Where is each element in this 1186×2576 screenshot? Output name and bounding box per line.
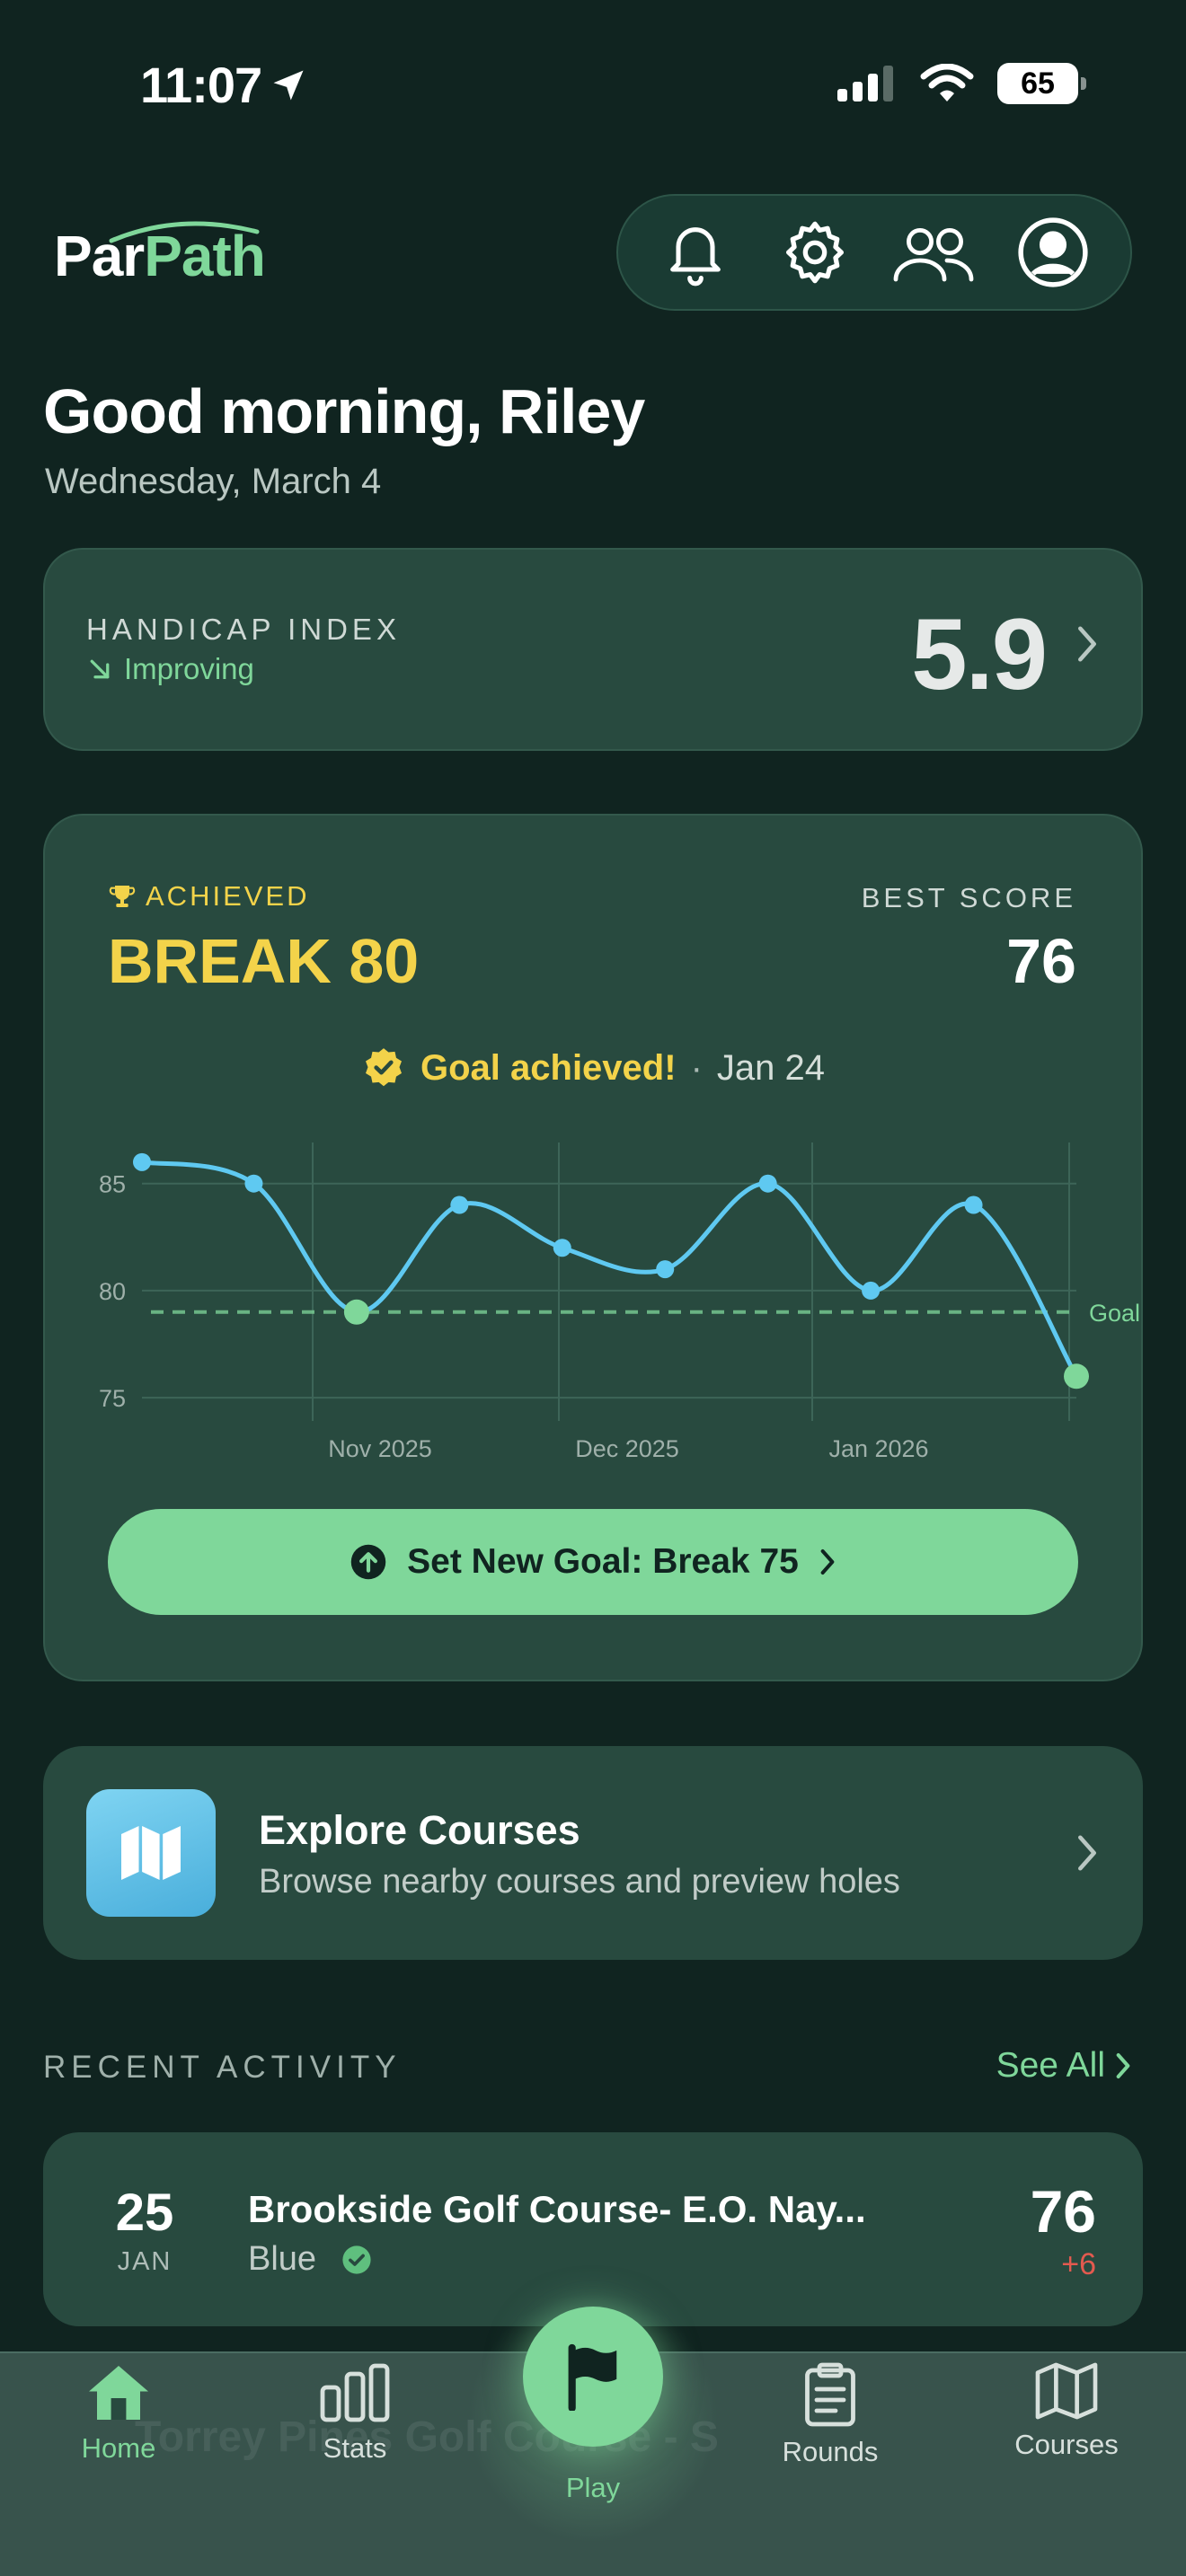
round-score: 76	[1030, 2178, 1096, 2245]
best-score-value: 76	[1006, 926, 1076, 996]
see-all-link[interactable]: See All	[996, 2046, 1132, 2086]
status-indicators: 65	[837, 63, 1086, 104]
gear-icon	[785, 221, 844, 284]
arrow-up-circle-icon	[350, 1544, 386, 1580]
score-point	[553, 1239, 571, 1257]
round-tee: Blue	[248, 2240, 372, 2279]
score-point	[656, 1260, 675, 1279]
y-tick-label: 80	[99, 1278, 126, 1305]
score-point	[964, 1195, 983, 1214]
y-tick-label: 85	[99, 1171, 126, 1198]
settings-button[interactable]	[772, 209, 858, 296]
flag-icon	[568, 2343, 617, 2411]
location-arrow-icon	[273, 70, 304, 100]
round-day: 25	[115, 2183, 174, 2242]
battery-indicator: 65	[997, 63, 1086, 104]
goal-line-label: Goal	[1089, 1300, 1140, 1327]
greeting-title: Good morning, Riley	[43, 376, 645, 446]
score-point	[133, 1152, 151, 1171]
handicap-value: 5.9	[911, 598, 1048, 710]
home-icon	[89, 2366, 148, 2420]
profile-icon	[1018, 217, 1088, 287]
tab-courses[interactable]: Courses	[977, 2362, 1156, 2461]
play-label: Play	[565, 2472, 621, 2503]
goal-met-point	[343, 1299, 369, 1325]
notifications-button[interactable]	[652, 209, 739, 296]
score-series-line	[139, 1160, 1079, 1379]
play-button[interactable]	[523, 2307, 663, 2447]
round-month: JAN	[117, 2247, 173, 2276]
trophy-icon	[109, 886, 136, 907]
check-circle-icon	[342, 2245, 371, 2274]
score-point	[244, 1174, 263, 1193]
friends-button[interactable]	[890, 209, 977, 296]
x-tick-label: Jan 2026	[828, 1435, 928, 1462]
logo-swoosh-icon	[109, 221, 260, 243]
goal-status: ACHIEVED	[108, 880, 309, 913]
status-time: 11:07	[140, 56, 308, 114]
x-tick-label: Dec 2025	[575, 1435, 679, 1462]
clipboard-icon	[805, 2362, 855, 2427]
handicap-trend: Improving	[86, 652, 254, 686]
goal-met-point	[1064, 1363, 1089, 1389]
map-icon	[121, 1826, 181, 1880]
chevron-right-icon	[820, 1549, 835, 1575]
chevron-right-icon	[1116, 2053, 1130, 2078]
app-logo: ParPath	[54, 221, 266, 289]
greeting-date: Wednesday, March 4	[45, 462, 382, 501]
score-point	[758, 1174, 777, 1193]
handicap-label: HANDICAP INDEX	[86, 613, 401, 646]
explore-map-tile	[86, 1789, 216, 1917]
map-icon	[1035, 2362, 1098, 2420]
set-new-goal-button[interactable]: Set New Goal: Break 75	[108, 1509, 1078, 1615]
bell-icon	[670, 227, 721, 287]
header-actions	[616, 194, 1132, 311]
recent-activity-heading: RECENT ACTIVITY	[43, 2050, 402, 2085]
score-point	[450, 1195, 469, 1214]
tab-rounds[interactable]: Rounds	[740, 2362, 920, 2468]
explore-title: Explore Courses	[259, 1807, 580, 1853]
chevron-right-icon	[1078, 1835, 1096, 1871]
signal-icon	[837, 66, 893, 101]
score-trend-chart: 85 80 75 Nov 2025 Dec 2025 Jan 2026 Goal	[99, 1142, 1140, 1462]
best-score-label: BEST SCORE	[861, 882, 1076, 913]
tab-home[interactable]: Home	[29, 2362, 208, 2465]
profile-button[interactable]	[1010, 209, 1096, 296]
round-score-diff: +6	[1061, 2247, 1096, 2281]
bar-chart-icon	[320, 2363, 390, 2422]
goal-title: BREAK 80	[108, 926, 420, 996]
round-course-name: Brookside Golf Course- E.O. Nay...	[248, 2188, 866, 2230]
chevron-right-icon	[1078, 626, 1096, 662]
y-tick-label: 75	[99, 1385, 126, 1412]
goal-achieved-row: Goal achieved! · Jan 24	[0, 1045, 1186, 1090]
x-tick-label: Nov 2025	[328, 1435, 432, 1462]
tab-stats[interactable]: Stats	[265, 2362, 445, 2465]
wifi-icon	[920, 64, 974, 101]
verified-badge-icon	[366, 1048, 402, 1087]
explore-subtitle: Browse nearby courses and preview holes	[259, 1863, 900, 1901]
trend-down-arrow-icon	[90, 659, 110, 679]
score-point	[862, 1281, 881, 1300]
friends-icon	[893, 228, 974, 282]
